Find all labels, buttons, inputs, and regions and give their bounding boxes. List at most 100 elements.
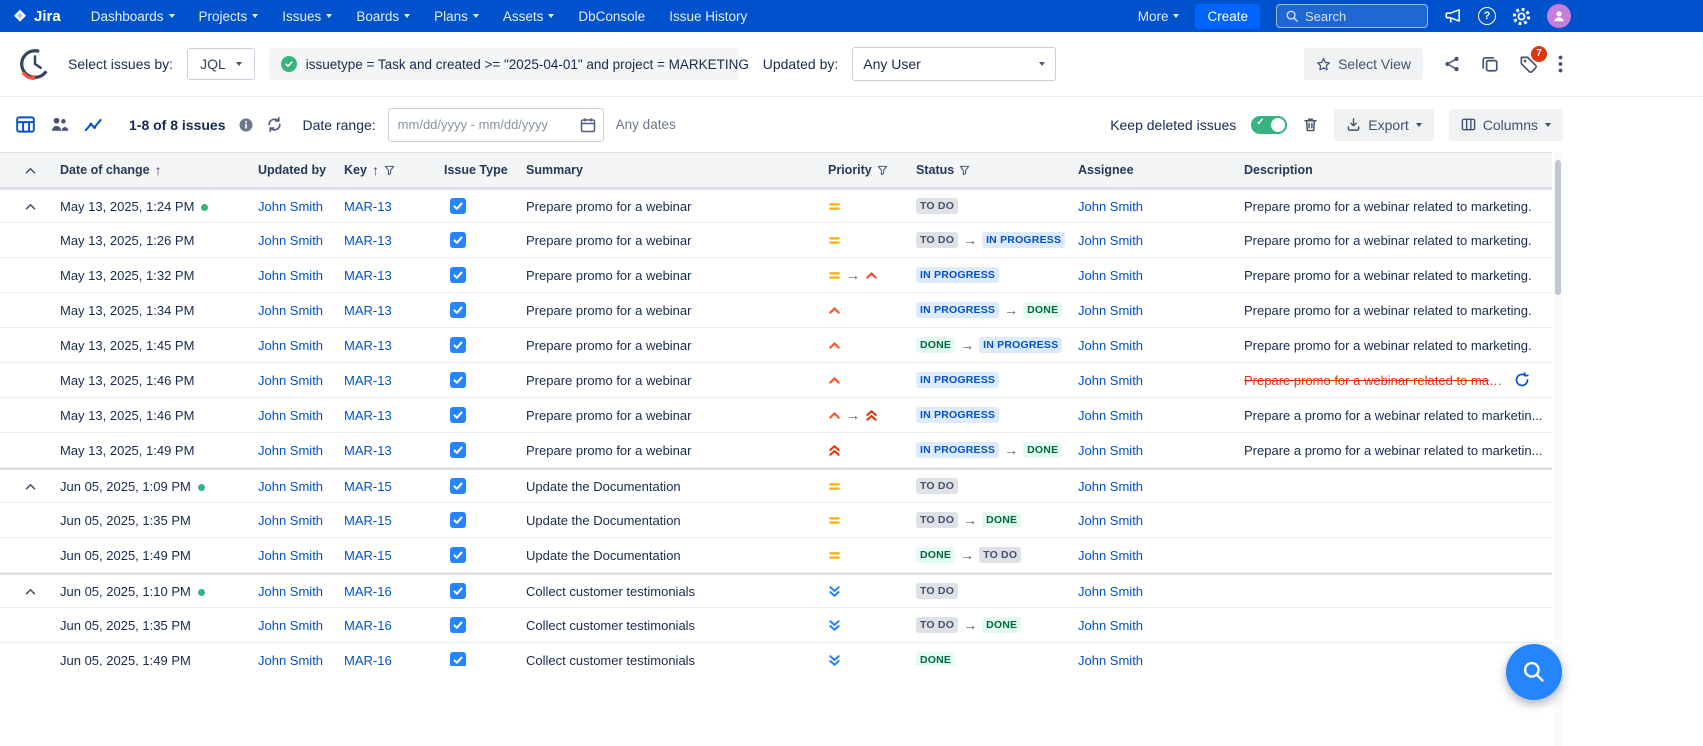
date-range-input[interactable] [398, 117, 574, 132]
tag-icon[interactable]: 7 [1519, 55, 1538, 74]
collapse-all-icon[interactable] [25, 167, 36, 174]
assignee-link[interactable]: John Smith [1078, 199, 1143, 214]
copy-icon[interactable] [1481, 55, 1499, 73]
assignee-link[interactable]: John Smith [1078, 584, 1143, 599]
assignee-link[interactable]: John Smith [1078, 303, 1143, 318]
assignee-link[interactable]: John Smith [1078, 373, 1143, 388]
refresh-icon[interactable] [266, 116, 283, 133]
assignee-link[interactable]: John Smith [1078, 548, 1143, 563]
updated-by-link[interactable]: John Smith [258, 338, 323, 353]
filter-funnel-icon[interactable] [384, 165, 395, 176]
assignee-link[interactable]: John Smith [1078, 268, 1143, 283]
updated-by-link[interactable]: John Smith [258, 513, 323, 528]
assignee-link[interactable]: John Smith [1078, 653, 1143, 667]
column-header-updated-by[interactable]: Updated by [258, 163, 344, 177]
column-header-description[interactable]: Description [1244, 163, 1552, 177]
updated-by-link[interactable]: John Smith [258, 443, 323, 458]
calendar-icon[interactable] [580, 117, 596, 133]
trash-icon[interactable] [1302, 116, 1319, 133]
filter-funnel-icon[interactable] [959, 165, 970, 176]
user-avatar[interactable] [1547, 4, 1571, 28]
column-header-issue-type[interactable]: Issue Type [444, 163, 526, 177]
select-view-button[interactable]: Select View [1304, 48, 1423, 80]
assignee-link[interactable]: John Smith [1078, 233, 1143, 248]
global-search[interactable] [1276, 4, 1428, 28]
issue-key-link[interactable]: MAR-16 [344, 653, 392, 667]
column-header-status[interactable]: Status [916, 163, 1078, 177]
issue-key-link[interactable]: MAR-15 [344, 479, 392, 494]
group-by-users-view-icon[interactable] [50, 115, 69, 134]
assignee-link[interactable]: John Smith [1078, 618, 1143, 633]
issue-key-link[interactable]: MAR-13 [344, 373, 392, 388]
priority-cell: → [828, 408, 916, 422]
restore-icon[interactable] [1514, 372, 1530, 388]
issue-key-link[interactable]: MAR-13 [344, 268, 392, 283]
collapse-row-icon[interactable] [25, 203, 36, 210]
nav-item-more[interactable]: More [1138, 9, 1180, 24]
updated-by-link[interactable]: John Smith [258, 479, 323, 494]
column-header-assignee[interactable]: Assignee [1078, 163, 1244, 177]
announcements-icon[interactable] [1444, 7, 1462, 25]
updated-by-link[interactable]: John Smith [258, 373, 323, 388]
updated-by-link[interactable]: John Smith [258, 408, 323, 423]
updated-by-link[interactable]: John Smith [258, 233, 323, 248]
keep-deleted-toggle[interactable]: ✓ [1251, 116, 1287, 134]
issue-key-link[interactable]: MAR-15 [344, 513, 392, 528]
column-header-key[interactable]: Key↑ [344, 162, 444, 178]
column-header-date[interactable]: Date of change↑ [60, 162, 258, 178]
issue-key-link[interactable]: MAR-13 [344, 443, 392, 458]
query-mode-dropdown[interactable]: JQL [187, 48, 255, 80]
updated-by-link[interactable]: John Smith [258, 268, 323, 283]
assignee-link[interactable]: John Smith [1078, 479, 1143, 494]
nav-item-dbconsole[interactable]: DbConsole [578, 9, 645, 24]
nav-item-issues[interactable]: Issues [282, 9, 332, 24]
scrollbar-thumb[interactable] [1555, 160, 1561, 295]
assignee-link[interactable]: John Smith [1078, 513, 1143, 528]
assignee-link[interactable]: John Smith [1078, 408, 1143, 423]
table-view-icon[interactable] [16, 115, 35, 134]
issue-key-link[interactable]: MAR-13 [344, 408, 392, 423]
column-header-summary[interactable]: Summary [526, 163, 828, 177]
columns-button[interactable]: Columns [1449, 109, 1563, 141]
info-icon[interactable] [238, 117, 254, 133]
column-header-priority[interactable]: Priority [828, 163, 916, 177]
nav-item-projects[interactable]: Projects [199, 9, 259, 24]
nav-item-assets[interactable]: Assets [503, 9, 555, 24]
help-icon[interactable]: ? [1478, 7, 1496, 25]
gear-icon[interactable] [1512, 7, 1531, 26]
nav-item-plans[interactable]: Plans [434, 9, 479, 24]
issue-key-link[interactable]: MAR-13 [344, 303, 392, 318]
collapse-row-icon[interactable] [25, 588, 36, 595]
kebab-menu-icon[interactable] [1558, 55, 1563, 73]
updated-by-link[interactable]: John Smith [258, 303, 323, 318]
filter-funnel-icon[interactable] [877, 165, 888, 176]
updated-by-link[interactable]: John Smith [258, 653, 323, 667]
nav-item-boards[interactable]: Boards [356, 9, 410, 24]
create-button[interactable]: Create [1195, 4, 1260, 29]
issue-key-link[interactable]: MAR-13 [344, 199, 392, 214]
issue-key-link[interactable]: MAR-16 [344, 618, 392, 633]
jira-logo[interactable]: Jira [12, 8, 61, 25]
search-fab[interactable] [1506, 644, 1562, 700]
issue-key-link[interactable]: MAR-13 [344, 338, 392, 353]
updated-by-link[interactable]: John Smith [258, 548, 323, 563]
issue-key-link[interactable]: MAR-13 [344, 233, 392, 248]
collapse-row-icon[interactable] [25, 483, 36, 490]
chart-view-icon[interactable] [84, 115, 103, 134]
issue-key-link[interactable]: MAR-16 [344, 584, 392, 599]
updated-by-link[interactable]: John Smith [258, 584, 323, 599]
updated-by-link[interactable]: John Smith [258, 199, 323, 214]
search-input[interactable] [1305, 9, 1419, 24]
nav-item-dashboards[interactable]: Dashboards [91, 9, 175, 24]
updated-by-dropdown[interactable]: Any User [852, 47, 1056, 81]
priority-cell [828, 200, 916, 213]
assignee-link[interactable]: John Smith [1078, 443, 1143, 458]
export-button[interactable]: Export [1334, 109, 1433, 141]
status-lozenge: DONE [1023, 442, 1062, 458]
assignee-link[interactable]: John Smith [1078, 338, 1143, 353]
nav-item-issue-history[interactable]: Issue History [669, 9, 747, 24]
updated-by-link[interactable]: John Smith [258, 618, 323, 633]
share-icon[interactable] [1443, 55, 1461, 73]
jql-query-display[interactable]: issuetype = Task and created >= "2025-04… [269, 48, 739, 80]
issue-key-link[interactable]: MAR-15 [344, 548, 392, 563]
